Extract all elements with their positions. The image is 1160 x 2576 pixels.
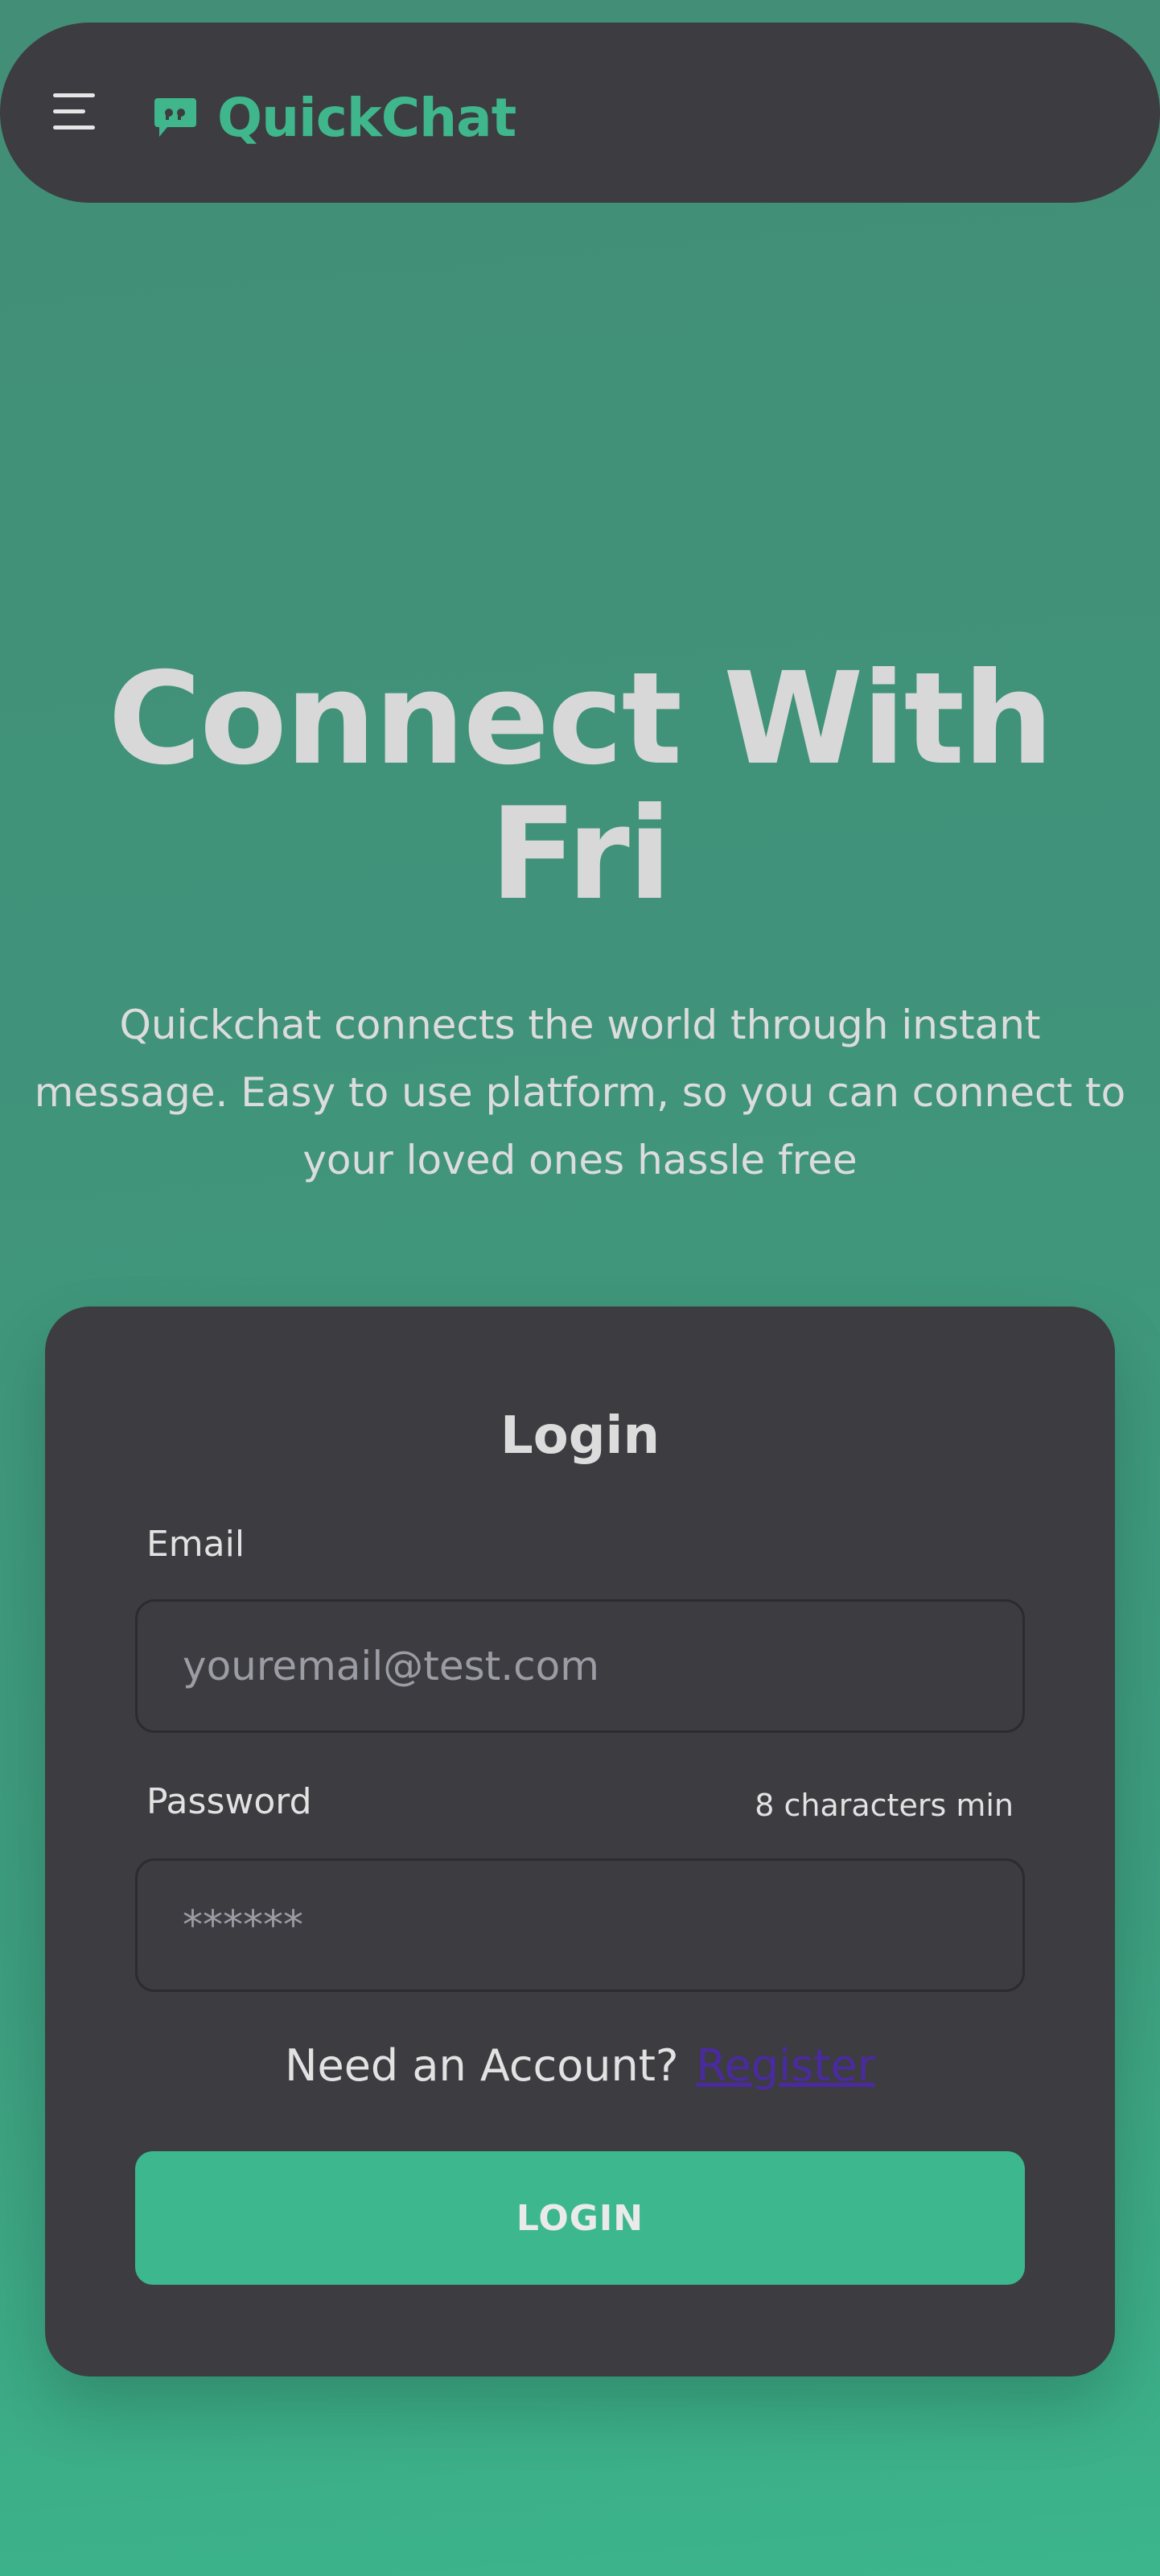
- brand-name: QuickChat: [217, 86, 516, 149]
- register-link[interactable]: Register: [697, 2040, 875, 2091]
- email-field[interactable]: [135, 1599, 1025, 1733]
- password-hint: 8 characters min: [755, 1788, 1014, 1823]
- hero-subtitle: Quickchat connects the world through ins…: [34, 1002, 1126, 1183]
- hero-title: Connect With Fri: [108, 645, 1053, 928]
- email-label: Email: [146, 1524, 245, 1565]
- chat-quote-icon: [154, 98, 196, 137]
- password-label: Password: [146, 1781, 312, 1822]
- brand-logo[interactable]: QuickChat: [153, 85, 516, 150]
- password-field[interactable]: [135, 1858, 1025, 1992]
- hamburger-menu-icon[interactable]: [51, 90, 100, 135]
- register-row: Need an Account? Register: [45, 2040, 1115, 2091]
- login-card: Login Email Password 8 characters min Ne…: [45, 1307, 1115, 2376]
- top-navbar: QuickChat: [0, 23, 1160, 203]
- register-prompt: Need an Account?: [285, 2040, 679, 2091]
- login-button[interactable]: LOGIN: [135, 2151, 1025, 2285]
- login-title: Login: [500, 1406, 660, 1466]
